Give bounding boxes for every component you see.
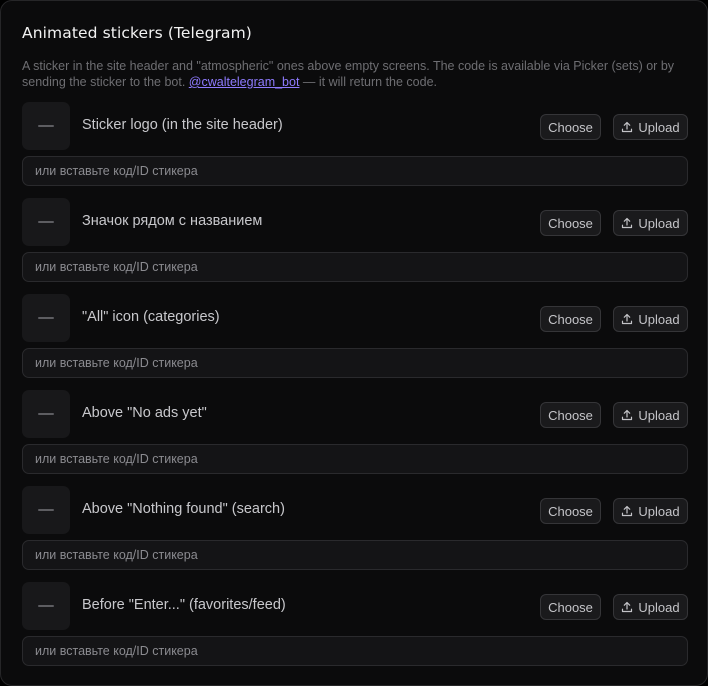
animated-stickers-panel: Animated stickers (Telegram) A sticker i… [0, 0, 708, 686]
sticker-code-input[interactable] [22, 156, 688, 186]
sticker-slot-row: Above "Nothing found" (search) Choose Up… [22, 486, 688, 582]
sticker-code-input[interactable] [22, 636, 688, 666]
sticker-preview[interactable] [22, 582, 70, 630]
sticker-slot-label: "All" icon (categories) [82, 309, 220, 325]
upload-icon [622, 121, 633, 133]
upload-button[interactable]: Upload [613, 594, 688, 620]
sticker-slot-label: Above "Nothing found" (search) [82, 501, 285, 517]
upload-button-label: Upload [638, 119, 680, 135]
dash-icon [38, 317, 54, 319]
dash-icon [38, 509, 54, 511]
upload-icon [622, 409, 633, 421]
upload-button-label: Upload [638, 311, 680, 327]
upload-icon [622, 505, 633, 517]
dash-icon [38, 221, 54, 223]
sticker-slot-label: Sticker logo (in the site header) [82, 117, 283, 133]
sticker-code-input[interactable] [22, 444, 688, 474]
dash-icon [38, 605, 54, 607]
upload-button-label: Upload [638, 407, 680, 423]
choose-button[interactable]: Choose [540, 306, 601, 332]
sticker-code-input[interactable] [22, 348, 688, 378]
upload-icon [622, 601, 633, 613]
upload-button[interactable]: Upload [613, 210, 688, 236]
sticker-slot-row: Значок рядом с названием Choose Upload [22, 198, 688, 294]
upload-button[interactable]: Upload [613, 114, 688, 140]
sticker-code-input[interactable] [22, 252, 688, 282]
choose-button[interactable]: Choose [540, 402, 601, 428]
sticker-slot-label: Before "Enter..." (favorites/feed) [82, 597, 286, 613]
sticker-slot-row: "All" icon (categories) Choose Upload [22, 294, 688, 390]
dash-icon [38, 125, 54, 127]
sticker-preview[interactable] [22, 102, 70, 150]
upload-button-label: Upload [638, 215, 680, 231]
sticker-preview[interactable] [22, 390, 70, 438]
sticker-preview[interactable] [22, 294, 70, 342]
upload-button-label: Upload [638, 503, 680, 519]
sticker-preview[interactable] [22, 486, 70, 534]
upload-button[interactable]: Upload [613, 402, 688, 428]
bot-link[interactable]: @cwaltelegram_bot [189, 75, 300, 89]
sticker-code-input[interactable] [22, 540, 688, 570]
sticker-slot-row: Above "No ads yet" Choose Upload [22, 390, 688, 486]
sticker-slot-row: Before "Enter..." (favorites/feed) Choos… [22, 582, 688, 678]
choose-button[interactable]: Choose [540, 210, 601, 236]
choose-button[interactable]: Choose [540, 114, 601, 140]
sticker-preview[interactable] [22, 198, 70, 246]
sticker-slots-list: Sticker logo (in the site header) Choose… [22, 102, 688, 678]
dash-icon [38, 413, 54, 415]
upload-icon [622, 313, 633, 325]
choose-button[interactable]: Choose [540, 594, 601, 620]
panel-description: A sticker in the site header and "atmosp… [22, 58, 692, 90]
upload-button[interactable]: Upload [613, 498, 688, 524]
upload-button[interactable]: Upload [613, 306, 688, 332]
sticker-slot-label: Above "No ads yet" [82, 405, 207, 421]
sticker-slot-label: Значок рядом с названием [82, 213, 263, 229]
description-text-tail: — it will return the code. [299, 75, 438, 89]
choose-button[interactable]: Choose [540, 498, 601, 524]
upload-button-label: Upload [638, 599, 680, 615]
sticker-slot-row: Sticker logo (in the site header) Choose… [22, 102, 688, 198]
upload-icon [622, 217, 633, 229]
panel-title: Animated stickers (Telegram) [22, 24, 252, 42]
